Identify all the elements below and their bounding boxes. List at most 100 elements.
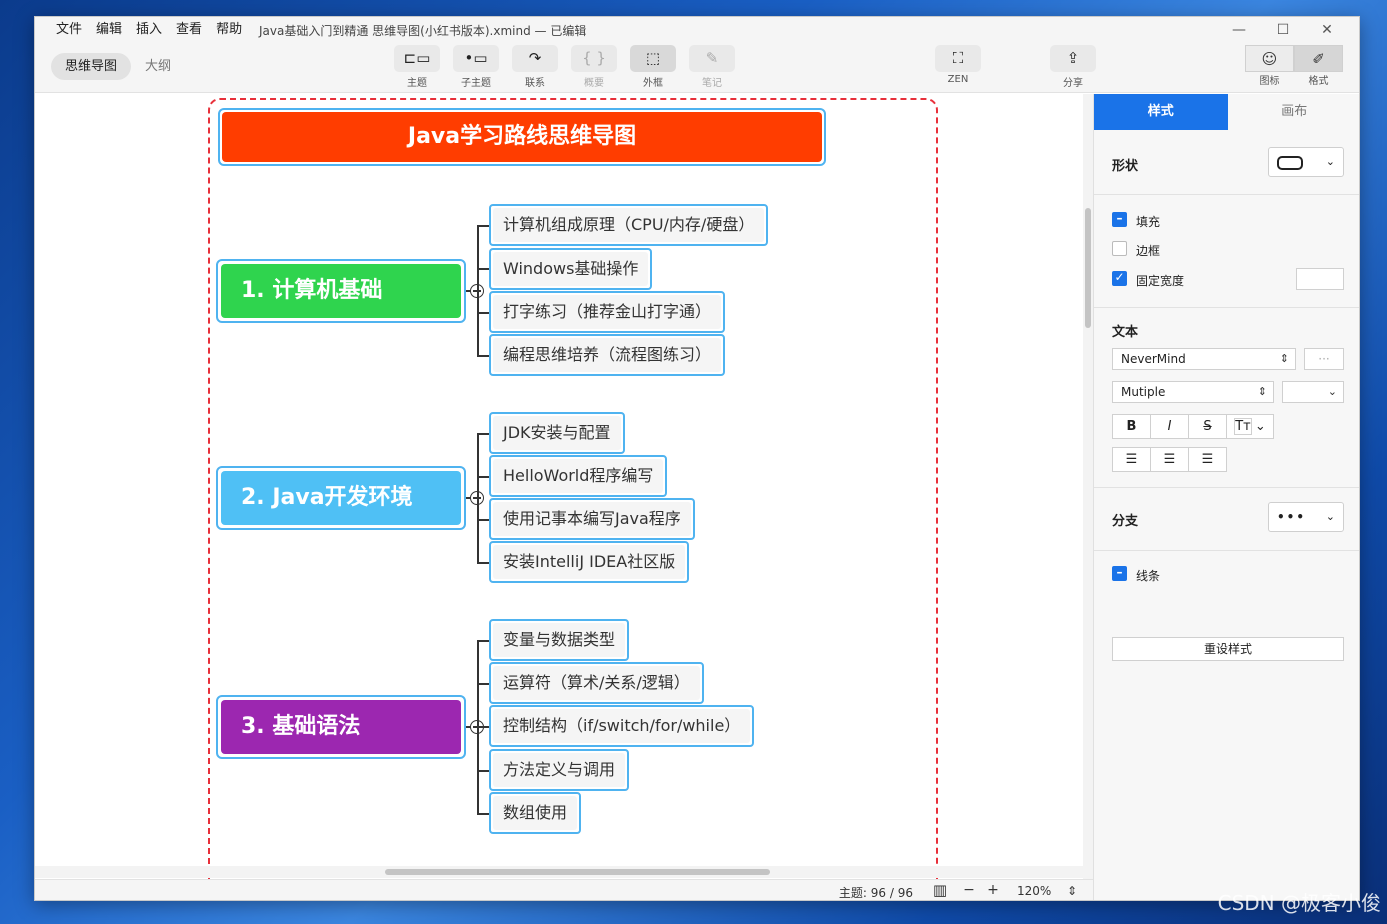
zen-tool-label: ZEN <box>947 74 969 85</box>
connector <box>477 225 489 227</box>
strikethrough-button[interactable]: S <box>1188 414 1227 439</box>
central-topic[interactable]: Java学习路线思维导图 <box>218 108 826 166</box>
tab-canvas[interactable]: 画布 <box>1228 94 1360 130</box>
boundary-tool-label: 外框 <box>643 78 663 89</box>
italic-button[interactable]: I <box>1150 414 1189 439</box>
branch-dropdown[interactable]: ••• ⌄ <box>1268 502 1344 532</box>
font-size-select[interactable]: ··· <box>1304 348 1344 370</box>
subtopic-3-5[interactable]: 数组使用 <box>489 792 582 834</box>
align-center-icon[interactable]: ☰ <box>1150 447 1189 472</box>
menu-file[interactable]: 文件 <box>49 21 89 39</box>
subtopic-text: 安装IntelliJ IDEA社区版 <box>493 545 686 579</box>
chevron-down-icon: ⌄ <box>1325 510 1335 523</box>
text-case-button[interactable]: Tт ⌄ <box>1226 414 1274 439</box>
subtopic-2-1[interactable]: JDK安装与配置 <box>489 412 625 454</box>
rounded-rect-icon <box>1277 155 1303 170</box>
tab-outline[interactable]: 大纲 <box>131 53 185 80</box>
format-panel-label: 格式 <box>1308 76 1329 87</box>
subtopic-3-1[interactable]: 变量与数据类型 <box>489 619 630 661</box>
align-right-icon[interactable]: ☰ <box>1188 447 1227 472</box>
topic-count: 主题: 96 / 96 <box>838 886 913 900</box>
format-panel-button[interactable]: ✐ 格式 <box>1294 45 1343 87</box>
fixed-width-checkbox[interactable]: ✓ <box>1112 270 1127 286</box>
subtopic-tool-label: 子主题 <box>461 78 491 89</box>
note-tool-label: 笔记 <box>702 78 722 89</box>
menu-insert[interactable]: 插入 <box>129 21 169 39</box>
fill-checkbox[interactable]: – <box>1112 211 1127 227</box>
zoom-select[interactable]: 120% ⇕ <box>1011 882 1081 900</box>
border-checkbox[interactable] <box>1112 241 1127 256</box>
topic-tool[interactable]: ⊏▭ 主题 <box>393 45 441 89</box>
shape-dropdown[interactable]: ⌄ <box>1268 147 1344 177</box>
status-bar: 主题: 96 / 96 ▥ − + 120% ⇕ <box>35 879 1093 900</box>
mindmap-canvas[interactable]: Java学习路线思维导图 1. 计算机基础 计算机组成原理（CPU/内存/硬盘）… <box>35 94 1083 879</box>
text-color-select[interactable]: ⌄ <box>1282 381 1344 403</box>
minus-icon: – <box>1116 565 1123 579</box>
horizontal-scrollbar[interactable] <box>35 866 1083 878</box>
bold-button[interactable]: B <box>1112 414 1151 439</box>
divider <box>1094 194 1359 195</box>
boundary-icon: ⬚ <box>630 45 676 72</box>
vertical-scrollbar[interactable] <box>1083 94 1093 879</box>
align-left-icon[interactable]: ☰ <box>1112 447 1151 472</box>
subtopic-3-3[interactable]: 控制结构（if/switch/for/while） <box>489 705 755 747</box>
fixed-width-input[interactable] <box>1296 268 1344 290</box>
subtopic-2-2[interactable]: HelloWorld程序编写 <box>489 455 668 497</box>
share-tool[interactable]: ⇪ 分享 <box>1049 45 1097 89</box>
brush-icon: ✐ <box>1294 45 1343 72</box>
menu-edit[interactable]: 编辑 <box>89 21 129 39</box>
watermark: CSDN @极客小俊 <box>1217 891 1381 915</box>
boundary-tool[interactable]: ⬚ 外框 <box>629 45 677 89</box>
subtopic-text: 数组使用 <box>493 796 578 830</box>
text-case-label: Tт <box>1234 418 1252 435</box>
menu-view[interactable]: 查看 <box>169 21 209 39</box>
vertical-scroll-thumb[interactable] <box>1085 208 1091 328</box>
subtopic-3-4[interactable]: 方法定义与调用 <box>489 749 630 791</box>
note-tool[interactable]: ✎ 笔记 <box>688 45 736 89</box>
font-weight-select[interactable]: Mutiple ⇕ <box>1112 381 1274 403</box>
subtopic-2-4[interactable]: 安装IntelliJ IDEA社区版 <box>489 541 690 583</box>
zoom-in-button[interactable]: + <box>985 883 1001 899</box>
icon-panel-button[interactable]: ☺ 图标 <box>1245 45 1294 87</box>
close-button[interactable]: ✕ <box>1305 19 1349 41</box>
border-label: 边框 <box>1136 244 1161 258</box>
topic-icon: ⊏▭ <box>394 45 440 72</box>
minimize-button[interactable]: — <box>1217 19 1261 41</box>
updown-icon: ⇕ <box>1257 385 1267 398</box>
zen-tool[interactable]: ⛶ ZEN <box>934 45 982 85</box>
main-topic-1[interactable]: 1. 计算机基础 <box>216 259 466 323</box>
connector <box>477 726 489 728</box>
subtopic-1-3[interactable]: 打字练习（推荐金山打字通） <box>489 291 726 333</box>
subtopic-text: HelloWorld程序编写 <box>493 459 664 493</box>
zoom-out-button[interactable]: − <box>961 883 977 899</box>
line-checkbox[interactable]: – <box>1112 565 1127 581</box>
subtopic-2-3[interactable]: 使用记事本编写Java程序 <box>489 498 695 540</box>
horizontal-scroll-thumb[interactable] <box>385 869 770 875</box>
subtopic-1-2[interactable]: Windows基础操作 <box>489 248 653 290</box>
connector <box>477 268 489 270</box>
summary-icon: { } <box>571 45 617 72</box>
maximize-button[interactable]: ☐ <box>1261 19 1305 41</box>
font-family-value: NeverMind <box>1121 352 1186 366</box>
tab-mindmap[interactable]: 思维导图 <box>51 53 132 80</box>
main-topic-3[interactable]: 3. 基础语法 <box>216 695 466 759</box>
subtopic-text: 控制结构（if/switch/for/while） <box>493 709 751 743</box>
branch-label: 分支 <box>1112 514 1139 529</box>
subtopic-1-1[interactable]: 计算机组成原理（CPU/内存/硬盘） <box>489 204 769 246</box>
subtopic-1-4[interactable]: 编程思维培养（流程图练习） <box>489 334 726 376</box>
relation-tool[interactable]: ↷ 联系 <box>511 45 559 89</box>
subtopic-tool[interactable]: •▭ 子主题 <box>452 45 500 89</box>
font-family-select[interactable]: NeverMind ⇕ <box>1112 348 1296 370</box>
more-icon: ••• <box>1277 510 1307 524</box>
toolbar: 思维导图 大纲 ⊏▭ 主题 •▭ 子主题 ↷ 联系 { } 概要 ⬚ 外框 ✎ … <box>35 43 1359 93</box>
menu-help[interactable]: 帮助 <box>209 21 249 39</box>
main-topic-2[interactable]: 2. Java开发环境 <box>216 466 466 530</box>
subtopic-3-2[interactable]: 运算符（算术/关系/逻辑） <box>489 662 704 704</box>
reset-style-button[interactable]: 重设样式 <box>1112 637 1344 661</box>
tab-style[interactable]: 样式 <box>1094 94 1228 130</box>
map-view-icon[interactable]: ▥ <box>933 881 947 899</box>
main-topic-2-text: 2. Java开发环境 <box>221 471 461 525</box>
summary-tool[interactable]: { } 概要 <box>570 45 618 89</box>
main-topic-1-text: 1. 计算机基础 <box>221 264 461 318</box>
shape-label: 形状 <box>1112 159 1139 174</box>
